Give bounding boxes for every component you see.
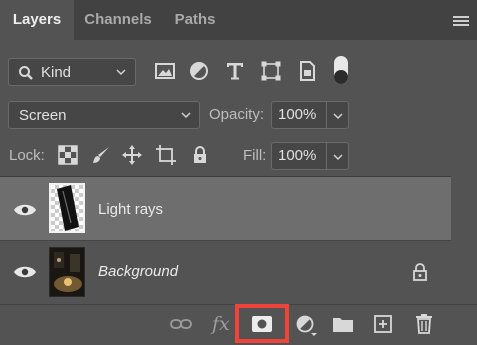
image-filter-icon[interactable] (154, 60, 176, 82)
search-icon (19, 66, 33, 80)
tab-paths[interactable]: Paths (162, 0, 228, 40)
fill-label: Fill: (243, 147, 267, 164)
opacity-dropdown[interactable] (327, 101, 349, 129)
layers-scroll-gutter[interactable] (451, 176, 477, 304)
chevron-down-icon (181, 112, 191, 119)
chevron-down-icon (333, 154, 343, 161)
mask-button-highlight-box (235, 304, 289, 343)
visibility-eye-icon[interactable] (13, 265, 37, 279)
panel-menu-icon[interactable] (453, 16, 469, 26)
fill-input[interactable]: 100% (271, 142, 327, 170)
layer-style-fx-button[interactable]: fx (212, 313, 230, 335)
lock-all-icon[interactable] (190, 145, 210, 165)
lock-image-pixels-icon[interactable] (91, 145, 111, 165)
tab-channels[interactable]: Channels (74, 0, 162, 40)
adjustment-filter-icon[interactable] (188, 60, 210, 82)
delete-layer-trash-icon[interactable] (415, 314, 433, 334)
layers-panel: Layers Channels Paths Kind Screen Opacit… (0, 0, 477, 345)
opacity-input[interactable]: 100% (271, 101, 327, 129)
visibility-eye-icon[interactable] (13, 203, 37, 217)
lock-artboard-icon[interactable] (156, 145, 176, 165)
filter-kind-label: Kind (41, 64, 72, 81)
layer-thumbnail[interactable] (49, 183, 85, 233)
background-thumbnail-image (50, 248, 84, 296)
fill-dropdown[interactable] (327, 142, 349, 170)
new-layer-icon[interactable] (374, 315, 392, 333)
light-rays-thumbnail-image (57, 185, 79, 231)
type-filter-icon[interactable] (224, 60, 246, 82)
smart-object-filter-icon[interactable] (296, 60, 318, 82)
layer-lock-icon[interactable] (412, 263, 428, 281)
opacity-label: Opacity: (209, 106, 265, 123)
lock-position-icon[interactable] (122, 145, 142, 165)
lock-transparent-pixels-icon[interactable] (58, 145, 78, 165)
new-adjustment-layer-icon[interactable] (296, 315, 318, 337)
layer-name[interactable]: Light rays (98, 201, 163, 218)
layer-name[interactable]: Background (98, 263, 178, 280)
layer-row-background[interactable]: Background (0, 241, 451, 304)
link-layers-icon[interactable] (170, 318, 192, 330)
tab-layers[interactable]: Layers (0, 0, 74, 40)
new-group-folder-icon[interactable] (333, 316, 353, 332)
filter-toggle-switch[interactable] (334, 56, 348, 84)
filter-kind-select[interactable]: Kind (8, 58, 136, 86)
layer-thumbnail[interactable] (49, 247, 85, 297)
chevron-down-icon (333, 113, 343, 120)
panel-tab-bar: Layers Channels Paths (0, 0, 477, 40)
shape-filter-icon[interactable] (260, 60, 282, 82)
blend-mode-select[interactable]: Screen (8, 101, 200, 129)
layer-row-light-rays[interactable]: Light rays (0, 177, 451, 240)
chevron-down-icon (116, 69, 126, 76)
lock-label: Lock: (9, 147, 45, 164)
blend-mode-value: Screen (19, 107, 67, 124)
